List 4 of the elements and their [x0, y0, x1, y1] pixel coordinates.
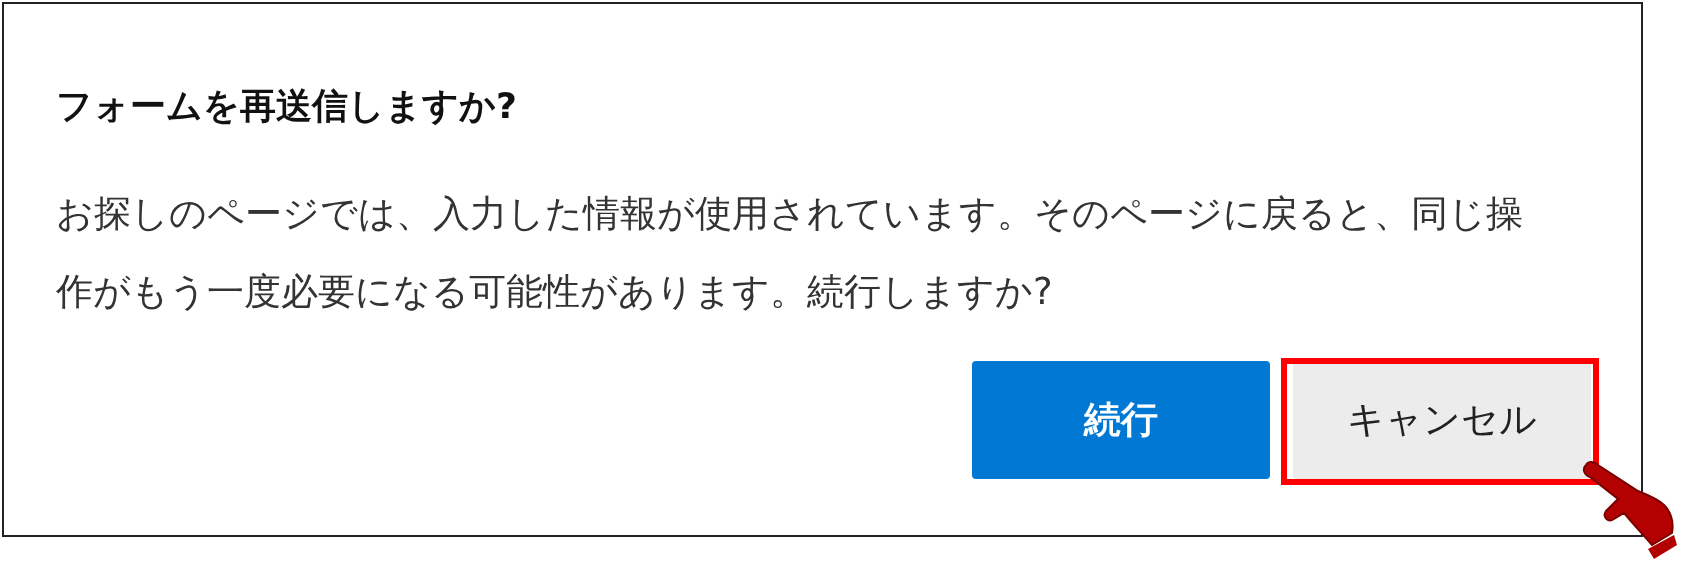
dialog-title: フォームを再送信しますか? [56, 84, 518, 128]
dialog-message: お探しのページでは、入力した情報が使用されています。そのページに戻ると、同じ操作がもう一度必要になる可能性があります。続行しますか? [56, 191, 1524, 315]
cancel-button[interactable]: キャンセル [1293, 361, 1591, 479]
continue-button[interactable]: 続行 [972, 361, 1270, 479]
